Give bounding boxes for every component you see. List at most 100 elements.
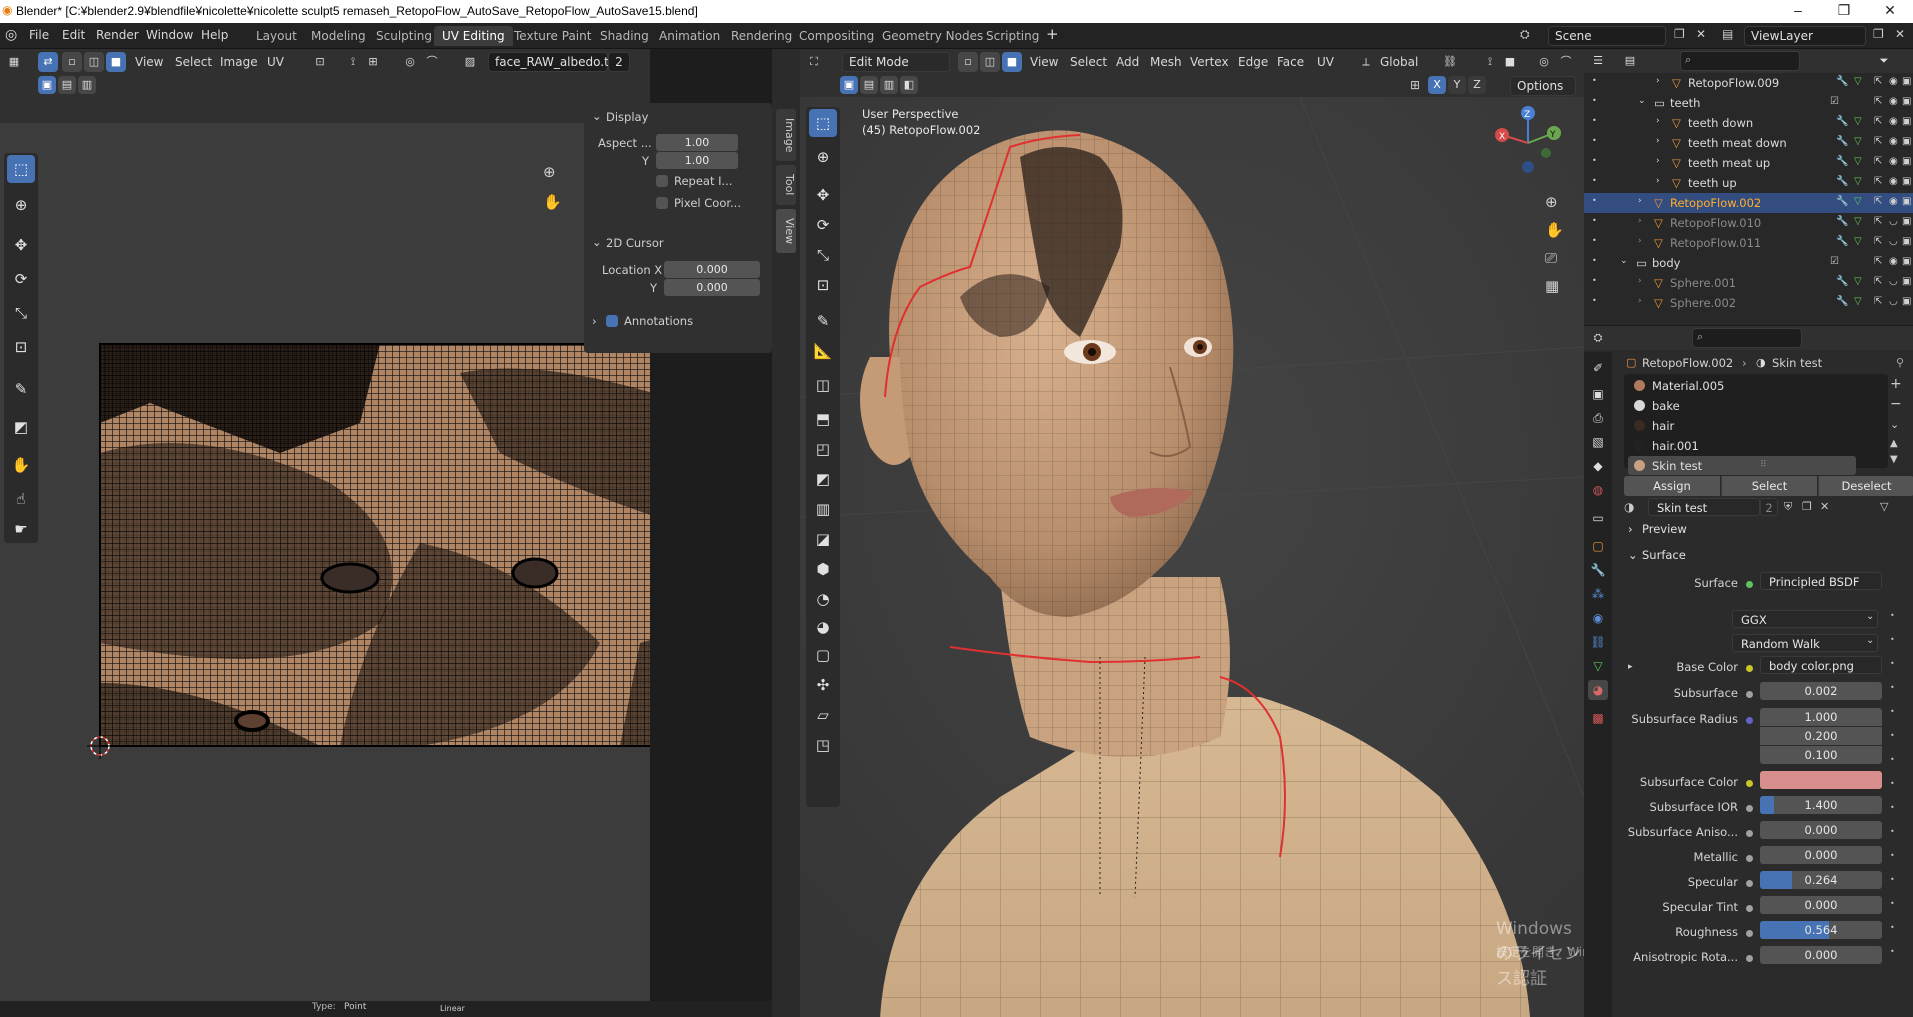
render-toggle-icon[interactable]: ▣ [1902,236,1911,247]
mesh-data-icon[interactable]: ▽ [1854,116,1862,127]
bevel-tool-icon[interactable]: ◩ [809,465,837,493]
annotations-expand-icon[interactable]: › [592,314,597,328]
base-color-socket-icon[interactable] [1746,665,1753,672]
select-toggle-icon[interactable]: ⇱ [1874,236,1882,247]
mirror-icon[interactable]: ⊞ [1410,78,1420,92]
expand-toggle-icon[interactable]: › [1638,196,1642,206]
material-tab-icon[interactable]: ◕ [1588,680,1608,700]
vp-select-subtract-icon[interactable]: ▥ [880,76,898,94]
cursor-header[interactable]: 2D Cursor [606,236,664,250]
vp-measure-tool-icon[interactable]: 📐 [809,337,837,365]
output-tab-icon[interactable]: ⎙ [1588,408,1608,428]
select-mode-new-icon[interactable]: ▣ [38,76,56,94]
select-toggle-icon[interactable]: ⇱ [1874,96,1882,107]
base-color-field[interactable]: body color.png [1760,656,1882,674]
scale-tool-icon[interactable]: ⤡ [7,299,35,327]
edit-mode-dot-icon[interactable]: • [1592,296,1597,305]
navigation-gizmo[interactable]: Z Y X [1488,103,1568,183]
select-toggle-icon[interactable]: ⇱ [1874,216,1882,227]
view-layer-selector[interactable]: ViewLayer [1744,26,1866,46]
tab-rendering[interactable]: Rendering [723,26,800,46]
mesh-data-icon[interactable]: ▽ [1854,176,1862,187]
uv-canvas[interactable]: ⬚ ⊕ ✥ ⟳ ⤡ ⊡ ✎ ◩ ✋ ☝ ☛ ⊕ ✋ Image Tool Vie… [0,123,796,1017]
modifier-tab-icon[interactable]: 🔧 [1588,560,1608,580]
tab-texture-paint[interactable]: Texture Paint [506,26,599,46]
outliner-row[interactable]: › ▽ RetopoFlow.011 🔧 ▽ ⇱ ◡ ▣ • [1584,233,1913,253]
edit-mode-dot-icon[interactable]: • [1592,216,1597,225]
subsurface-socket-icon[interactable] [1746,691,1753,698]
surface-section[interactable]: Surface [1642,548,1686,562]
relax-tool-icon[interactable]: ☝ [7,485,35,513]
subsurface-radius-x[interactable]: 1.000 [1760,708,1882,726]
vp-menu-vertex[interactable]: Vertex [1190,55,1229,69]
vp-snap-icon[interactable]: ⟟ [1480,52,1500,72]
vp-select-invert-icon[interactable]: ◧ [900,76,918,94]
uv-menu-uv[interactable]: UV [267,55,284,69]
surface-shader-field[interactable]: Principled BSDF [1760,572,1882,590]
tab-modeling[interactable]: Modeling [303,26,374,46]
close-button[interactable]: ✕ [1867,2,1913,19]
material-slot[interactable]: Material.005 [1628,376,1856,395]
vp-select-tool-icon[interactable]: ⬚ [809,109,837,137]
specular-tint-field[interactable]: 0.000 [1760,896,1882,914]
expand-toggle-icon[interactable]: › [1638,216,1642,226]
smooth-tool-icon[interactable]: ◕ [809,613,837,641]
edit-mode-dot-icon[interactable]: • [1592,96,1597,105]
outliner-search[interactable] [1680,51,1800,71]
scene-selector[interactable]: Scene [1548,26,1666,46]
material-slot[interactable]: Skin test [1628,456,1856,475]
metallic-field[interactable]: 0.000 [1760,846,1882,864]
select-toggle-icon[interactable]: ⇱ [1874,136,1882,147]
poly-build-tool-icon[interactable]: ⬢ [809,555,837,583]
falloff-icon[interactable]: ⌒ [422,52,442,72]
outliner-row[interactable]: › ▽ teeth up 🔧 ▽ ⇱ ◉ ▣ • [1584,173,1913,193]
roughness-socket-icon[interactable] [1746,930,1753,937]
render-toggle-icon[interactable]: ▣ [1902,276,1911,287]
render-toggle-icon[interactable]: ▣ [1902,76,1911,87]
subsurface-radius-z[interactable]: 0.100 [1760,746,1882,764]
visibility-eye-icon[interactable]: ◡ [1889,216,1898,227]
render-toggle-icon[interactable]: ▣ [1902,136,1911,147]
add-cube-tool-icon[interactable]: ◫ [809,371,837,399]
filter-icon[interactable]: ⏷ [1874,51,1894,71]
display-header[interactable]: Display [606,110,648,124]
edit-mode-dot-icon[interactable]: • [1592,276,1597,285]
minimize-button[interactable]: – [1775,2,1821,18]
material-slot[interactable]: bake [1628,396,1856,415]
vp-move-tool-icon[interactable]: ✥ [809,181,837,209]
location-y-field[interactable]: 0.000 [664,279,760,296]
vp-falloff-icon[interactable]: ⌒ [1556,52,1576,72]
vp-menu-face[interactable]: Face [1277,55,1304,69]
move-slot-up-icon[interactable]: ▲ [1890,438,1898,449]
visibility-eye-icon[interactable]: ◉ [1889,196,1898,207]
expand-toggle-icon[interactable]: ⌄ [1638,96,1646,106]
assign-button[interactable]: Assign [1624,476,1720,496]
pin-icon[interactable]: ⚲ [1896,356,1904,369]
delete-view-layer-icon[interactable]: ✕ [1895,27,1905,41]
annotations-checkbox[interactable] [606,315,618,327]
expand-toggle-icon[interactable]: › [1656,116,1660,126]
link-dropdown-icon[interactable]: ▽ [1880,500,1888,513]
render-toggle-icon[interactable]: ▣ [1902,196,1911,207]
new-scene-icon[interactable]: ❐ [1674,27,1685,41]
snap-icon[interactable]: ⟟ [343,52,363,72]
select-mode-subtract-icon[interactable]: ▥ [78,76,96,94]
viewport-canvas[interactable]: User Perspective (45) RetopoFlow.002 Z Y… [800,97,1827,1017]
image-name-field[interactable]: face_RAW_albedo.tif [488,52,616,72]
tab-geometry-nodes[interactable]: Geometry Nodes [874,26,991,46]
editor-type-icon[interactable]: ▦ [4,52,24,72]
material-browse-icon[interactable]: ◑ [1624,500,1634,514]
specular-field[interactable]: 0.264 [1760,871,1882,889]
loop-cut-tool-icon[interactable]: ▥ [809,495,837,523]
outliner-editor-type-icon[interactable]: ☰ [1588,51,1608,71]
properties-search[interactable] [1692,328,1802,348]
uv-menu-select[interactable]: Select [175,55,212,69]
delete-scene-icon[interactable]: ✕ [1696,27,1706,41]
duplicate-material-icon[interactable]: ❐ [1802,500,1812,513]
vp-scale-tool-icon[interactable]: ⤡ [809,241,837,269]
tab-layout[interactable]: Layout [248,26,305,46]
mesh-data-icon[interactable]: ▽ [1854,136,1862,147]
subsurface-color-socket-icon[interactable] [1746,780,1753,787]
sync-selection-icon[interactable]: ⇄ [38,52,58,72]
properties-editor-type-icon[interactable]: ⛭ [1588,328,1608,348]
